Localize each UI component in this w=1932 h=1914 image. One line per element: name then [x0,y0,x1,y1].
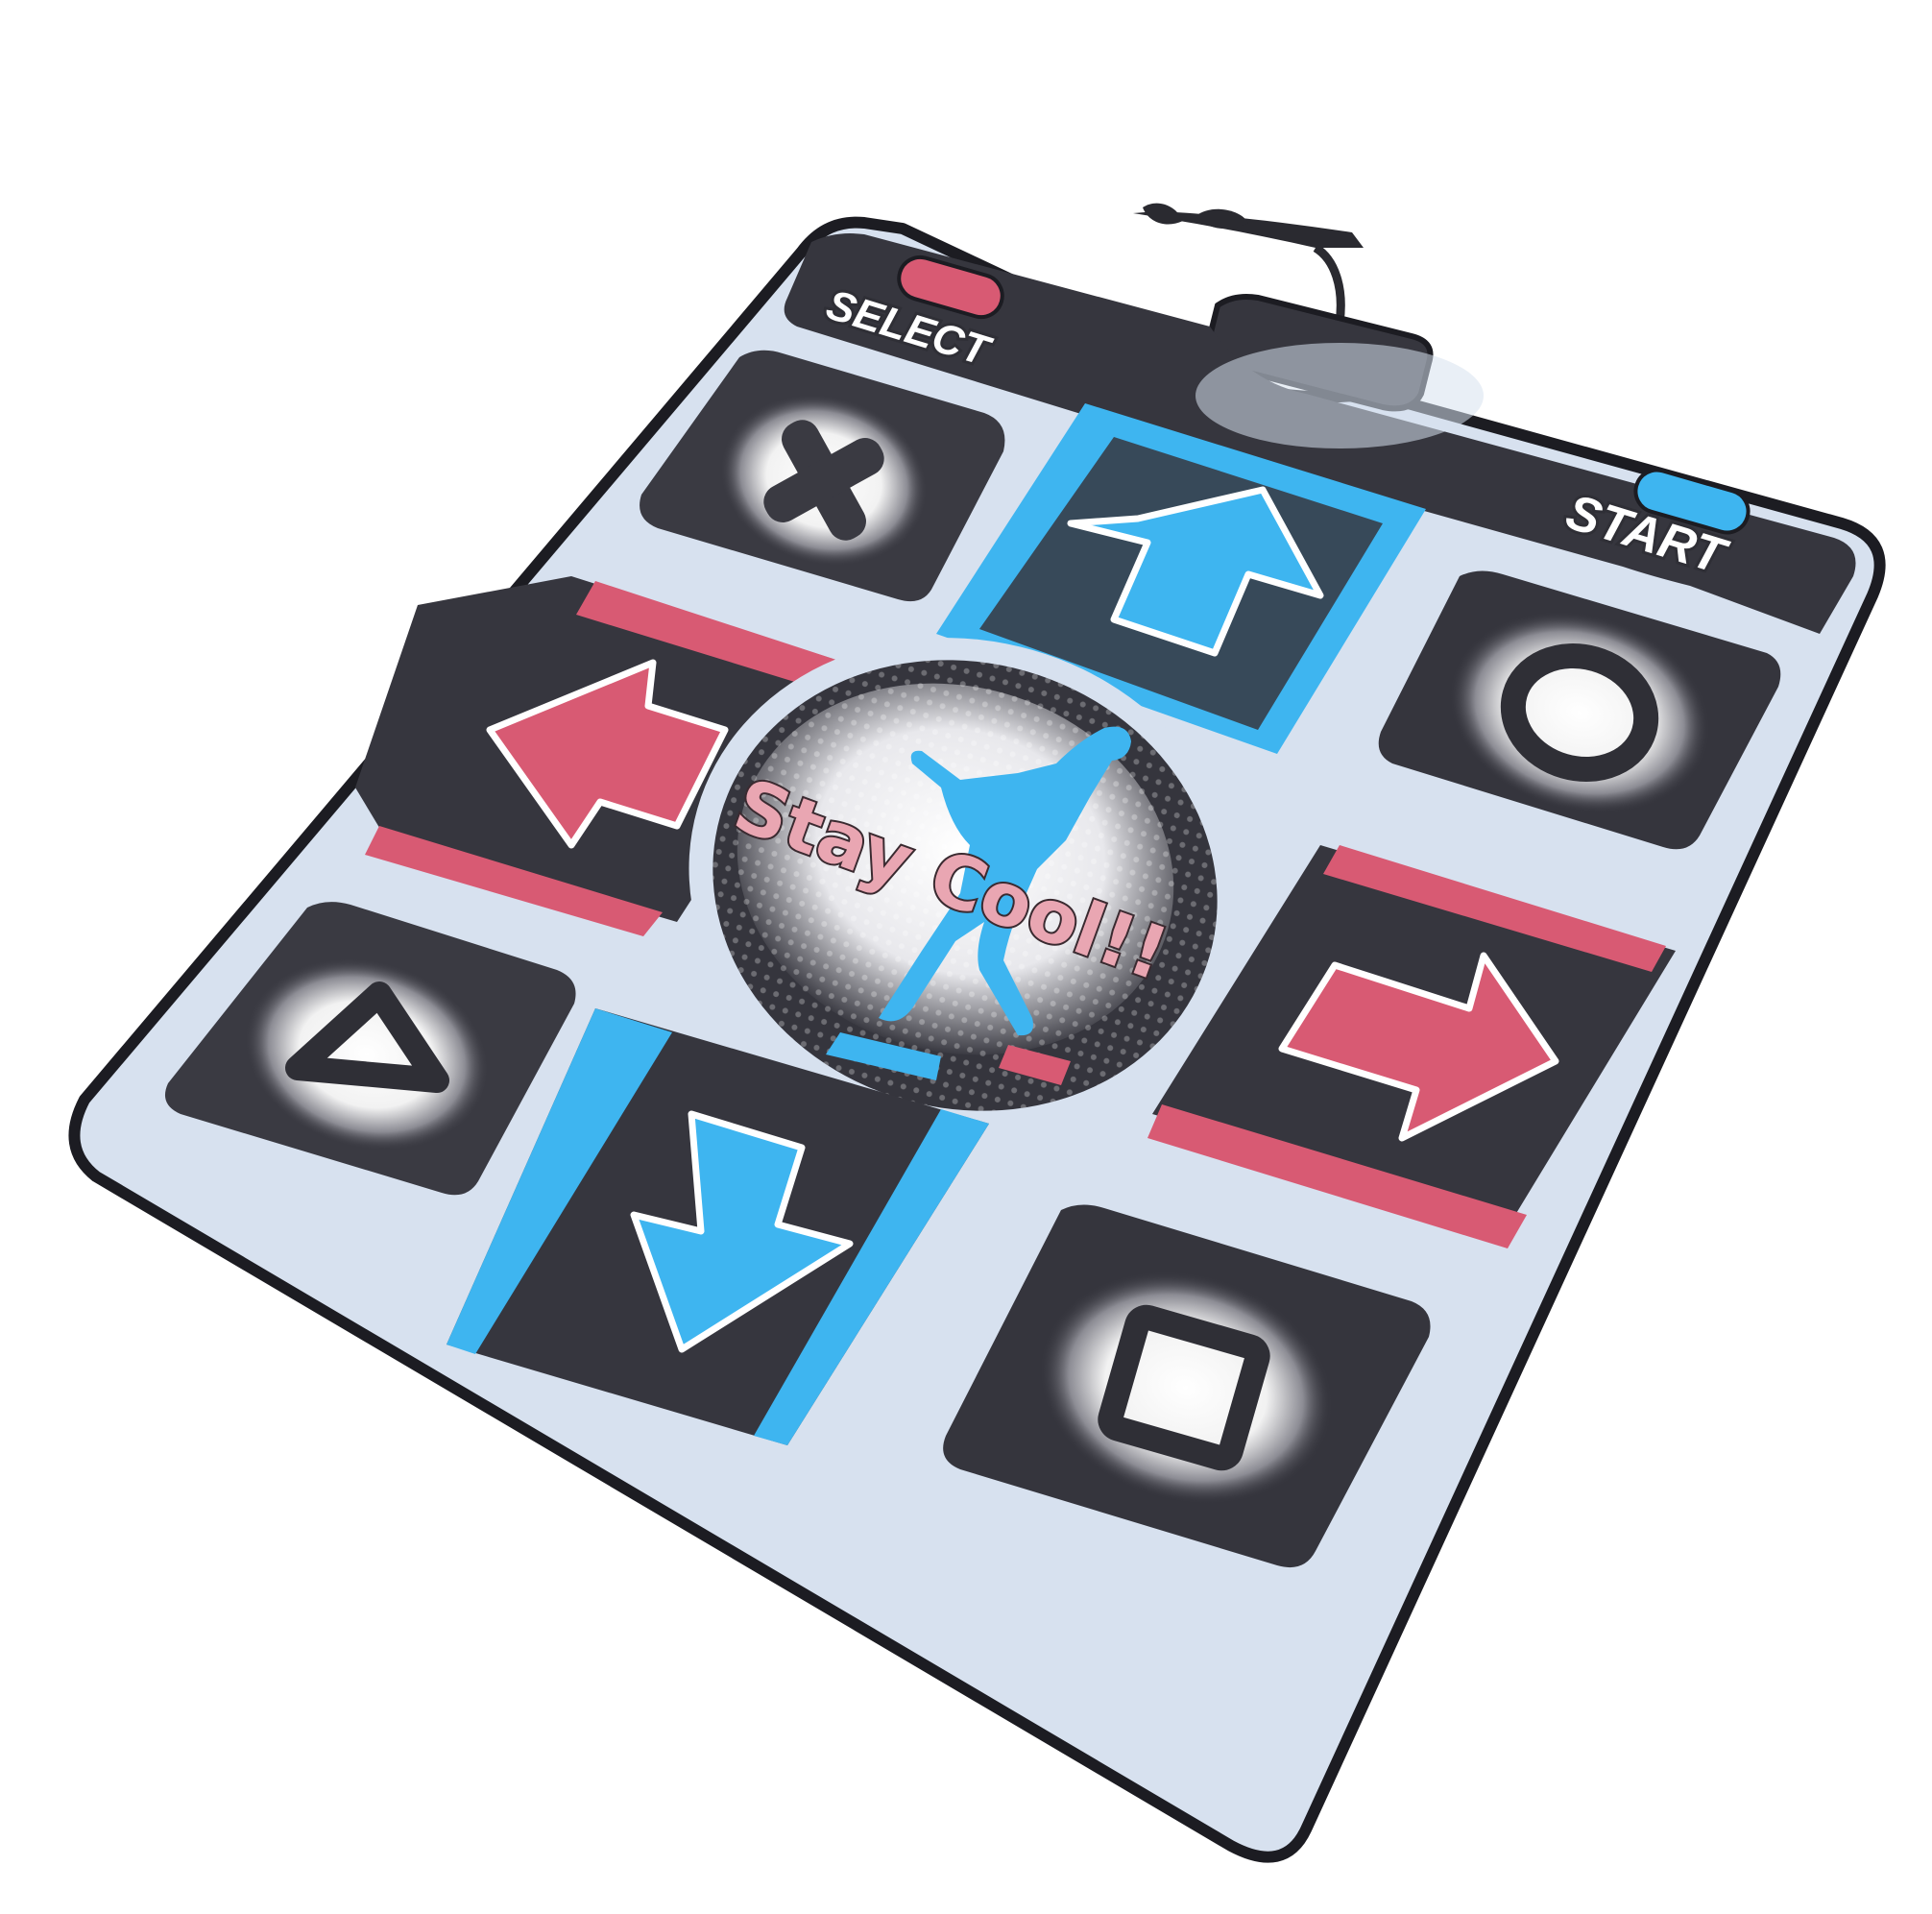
dance-mat-illustration: SELECT START Stay Cool!! [0,0,1932,1909]
dance-mat-svg: SELECT START Stay Cool!! [68,203,1886,1863]
